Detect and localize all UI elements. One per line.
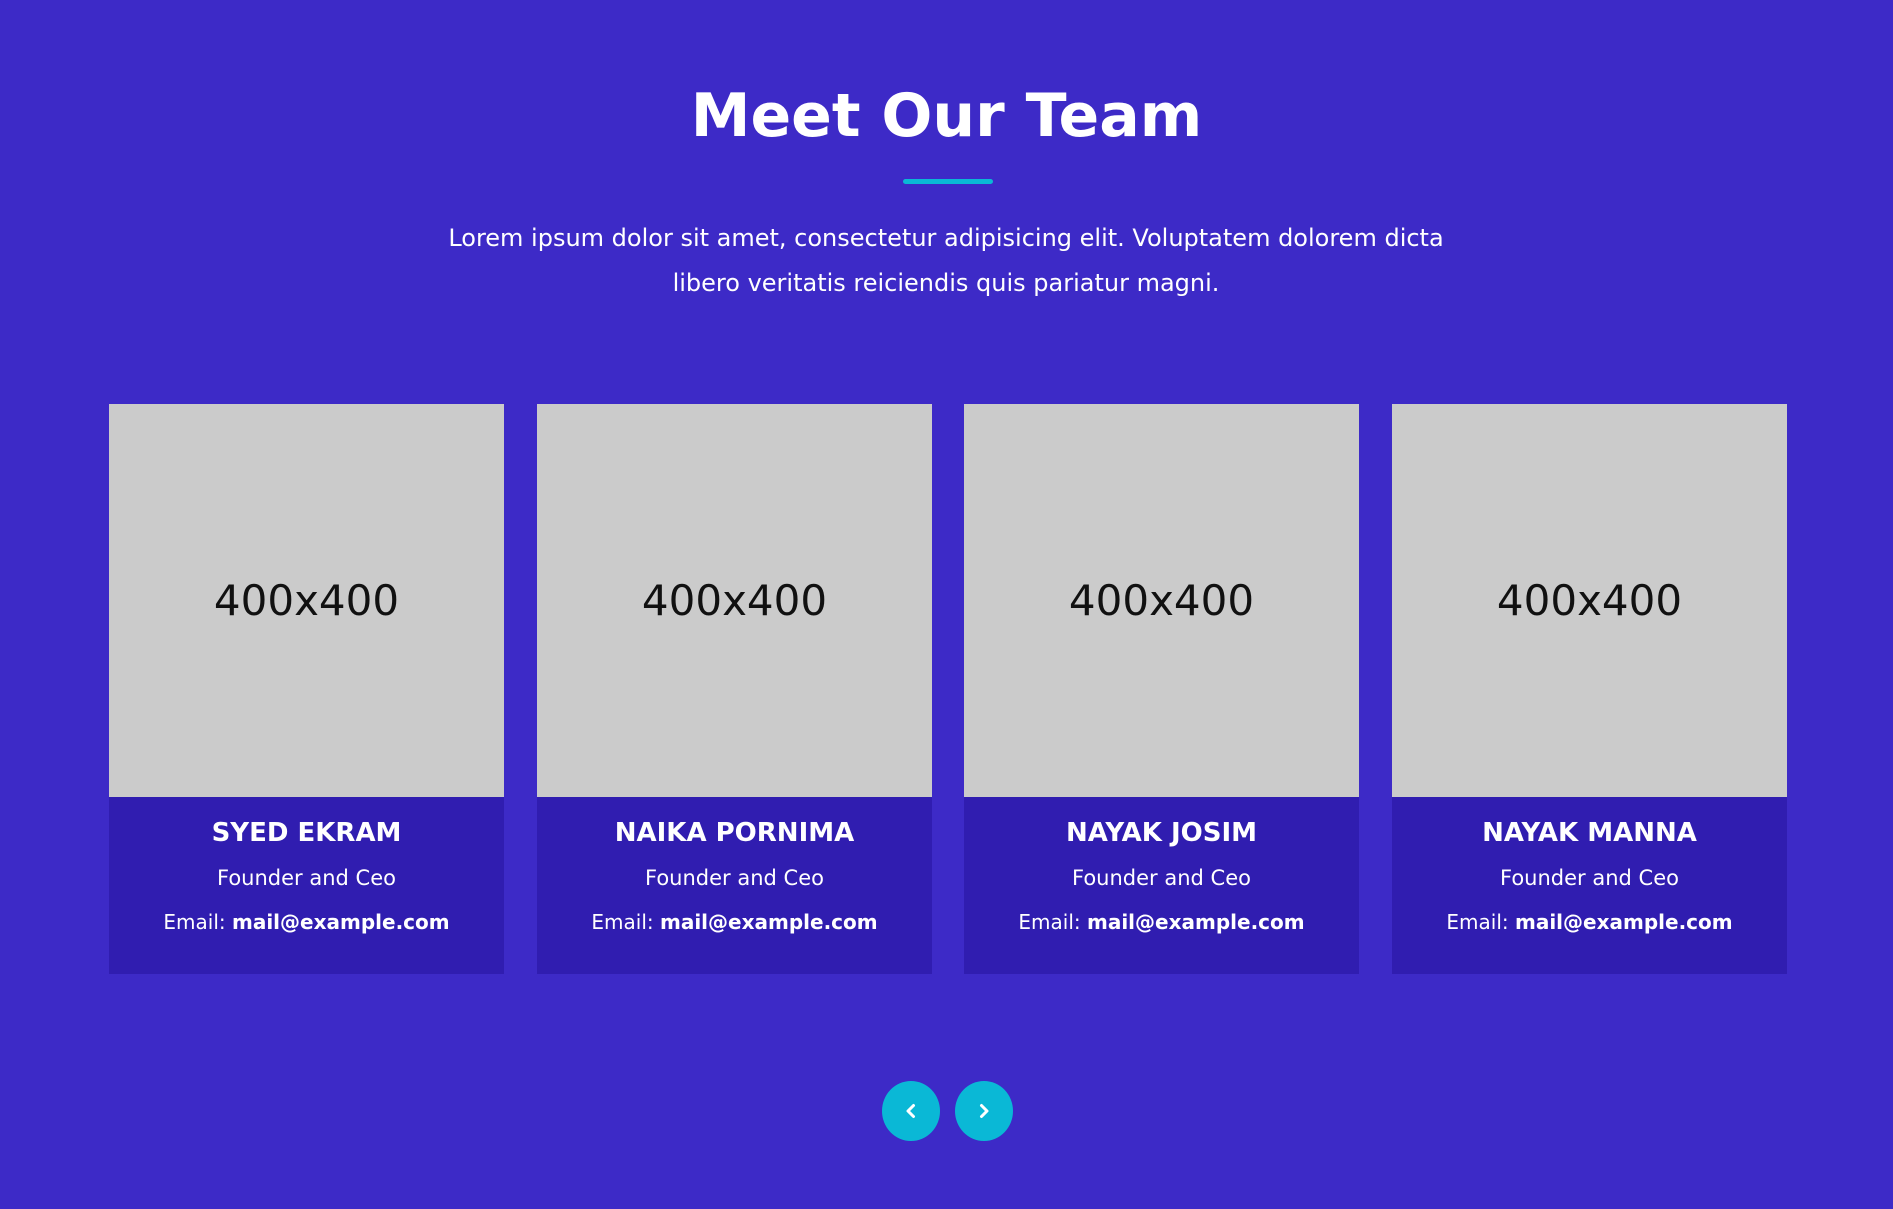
card-body: NAIKA PORNIMA Founder and Ceo Email: mai… — [537, 797, 932, 974]
member-name: NAIKA PORNIMA — [614, 818, 855, 848]
photo-placeholder-text: 400x400 — [213, 576, 400, 625]
card-body: NAYAK JOSIM Founder and Ceo Email: mail@… — [964, 797, 1359, 974]
photo-placeholder-text: 400x400 — [1496, 576, 1683, 625]
member-photo: 400x400 — [537, 404, 932, 797]
member-photo: 400x400 — [1392, 404, 1787, 797]
carousel-prev-button[interactable] — [882, 1081, 940, 1141]
chevron-left-icon — [906, 1104, 915, 1118]
member-role: Founder and Ceo — [1500, 866, 1679, 890]
member-email: Email: mail@example.com — [109, 891, 504, 935]
email-address: mail@example.com — [1086, 910, 1305, 934]
email-label: Email: — [163, 910, 226, 934]
member-email: Email: mail@example.com — [537, 891, 932, 935]
team-card: 400x400 SYED EKRAM Founder and Ceo Email… — [109, 404, 504, 974]
team-card: 400x400 NAIKA PORNIMA Founder and Ceo Em… — [537, 404, 932, 974]
member-photo: 400x400 — [964, 404, 1359, 797]
member-photo: 400x400 — [109, 404, 504, 797]
card-body: SYED EKRAM Founder and Ceo Email: mail@e… — [109, 797, 504, 974]
member-email: Email: mail@example.com — [1392, 891, 1787, 935]
email-label: Email: — [1446, 910, 1509, 934]
email-address: mail@example.com — [231, 910, 450, 934]
carousel-next-button[interactable] — [955, 1081, 1013, 1141]
team-card: 400x400 NAYAK MANNA Founder and Ceo Emai… — [1392, 404, 1787, 974]
photo-placeholder-text: 400x400 — [1068, 576, 1255, 625]
photo-placeholder-text: 400x400 — [641, 576, 828, 625]
team-carousel: 400x400 SYED EKRAM Founder and Ceo Email… — [109, 404, 1787, 974]
email-label: Email: — [1018, 910, 1081, 934]
member-email: Email: mail@example.com — [964, 891, 1359, 935]
member-name: NAYAK JOSIM — [1065, 818, 1258, 848]
title-underline — [903, 179, 993, 184]
member-role: Founder and Ceo — [217, 866, 396, 890]
team-card: 400x400 NAYAK JOSIM Founder and Ceo Emai… — [964, 404, 1359, 974]
section-title: Meet Our Team — [690, 81, 1203, 151]
section-intro: Lorem ipsum dolor sit amet, consectetur … — [448, 224, 1444, 297]
card-body: NAYAK MANNA Founder and Ceo Email: mail@… — [1392, 797, 1787, 974]
member-role: Founder and Ceo — [1072, 866, 1251, 890]
member-name: NAYAK MANNA — [1482, 818, 1697, 848]
member-name: SYED EKRAM — [211, 818, 402, 848]
email-address: mail@example.com — [1514, 910, 1733, 934]
member-role: Founder and Ceo — [645, 866, 824, 890]
email-label: Email: — [591, 910, 654, 934]
chevron-right-icon — [980, 1104, 989, 1118]
email-address: mail@example.com — [659, 910, 878, 934]
